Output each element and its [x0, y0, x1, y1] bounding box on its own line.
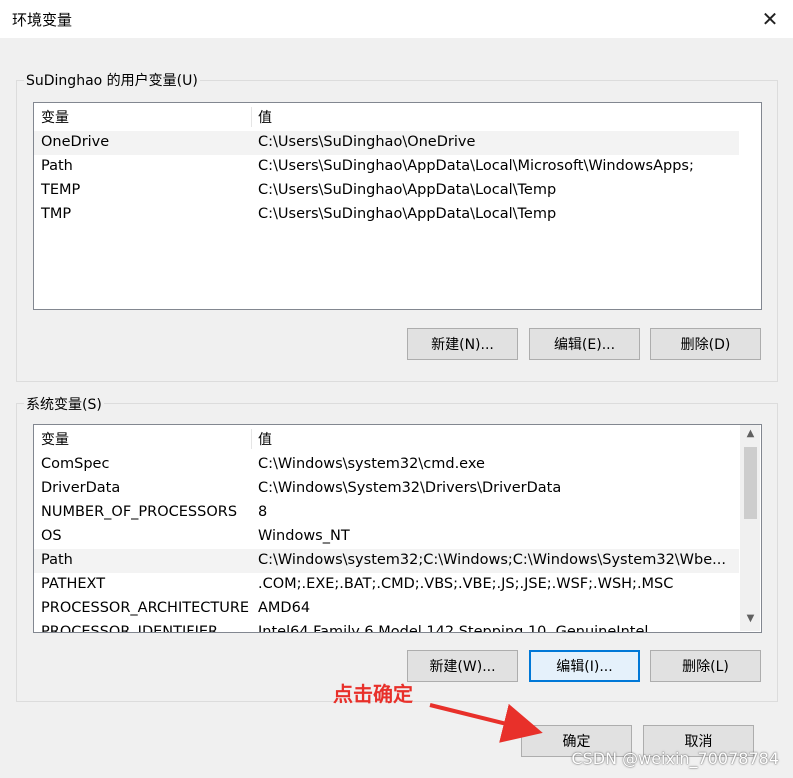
system-delete-button[interactable]: 删除(L)	[650, 650, 761, 682]
variable-value: Windows_NT	[258, 528, 350, 544]
table-row[interactable]: Path C:\Users\SuDinghao\AppData\Local\Mi…	[34, 155, 739, 179]
window-title: 环境变量	[12, 11, 73, 29]
column-header-value[interactable]: 值	[258, 107, 272, 127]
list-header: 变量 值	[34, 103, 761, 129]
table-row[interactable]: OS Windows_NT	[34, 525, 739, 549]
user-variables-list[interactable]: 变量 值 OneDrive C:\Users\SuDinghao\OneDriv…	[33, 102, 762, 310]
environment-variables-dialog: 环境变量 ✕ SuDinghao 的用户变量(U) 变量 值 OneDrive …	[0, 0, 793, 778]
table-row[interactable]: NUMBER_OF_PROCESSORS 8	[34, 501, 739, 525]
variable-name: PATHEXT	[41, 576, 106, 592]
variable-value: C:\Users\SuDinghao\OneDrive	[258, 134, 476, 150]
variable-value: AMD64	[258, 600, 311, 616]
user-new-button[interactable]: 新建(N)...	[407, 328, 518, 360]
column-separator	[251, 429, 252, 449]
vertical-scrollbar[interactable]: ▲ ▼	[740, 425, 760, 631]
user-edit-button[interactable]: 编辑(E)...	[529, 328, 640, 360]
column-separator	[251, 107, 252, 127]
variable-value: Intel64 Family 6 Model 142 Stepping 10, …	[258, 624, 649, 633]
variable-value: C:\Windows\System32\Drivers\DriverData	[258, 480, 562, 496]
variable-name: TMP	[41, 206, 72, 222]
table-row[interactable]: PROCESSOR_ARCHITECTURE AMD64	[34, 597, 739, 621]
variable-name: OS	[41, 528, 62, 544]
variable-name: TEMP	[41, 182, 81, 198]
variable-value: C:\Users\SuDinghao\AppData\Local\Microso…	[258, 158, 694, 174]
title-bar: 环境变量 ✕	[0, 0, 793, 38]
user-variables-label: SuDinghao 的用户变量(U)	[24, 70, 200, 90]
variable-name: Path	[41, 158, 73, 174]
table-row[interactable]: DriverData C:\Windows\System32\Drivers\D…	[34, 477, 739, 501]
variable-name: NUMBER_OF_PROCESSORS	[41, 504, 238, 520]
variable-value: .COM;.EXE;.BAT;.CMD;.VBS;.VBE;.JS;.JSE;.…	[258, 576, 674, 592]
variable-value: C:\Windows\system32\cmd.exe	[258, 456, 485, 472]
variable-name: PROCESSOR_ARCHITECTURE	[41, 600, 250, 616]
variable-name: PROCESSOR_IDENTIFIER	[41, 624, 219, 633]
list-header: 变量 值	[34, 425, 761, 451]
system-new-button[interactable]: 新建(W)...	[407, 650, 518, 682]
system-variables-list[interactable]: 变量 值 ComSpec C:\Windows\system32\cmd.exe…	[33, 424, 762, 633]
table-row[interactable]: PATHEXT .COM;.EXE;.BAT;.CMD;.VBS;.VBE;.J…	[34, 573, 739, 597]
column-header-variable[interactable]: 变量	[41, 429, 69, 449]
variable-name: OneDrive	[41, 134, 110, 150]
column-header-value[interactable]: 值	[258, 429, 272, 449]
scroll-up-icon[interactable]: ▲	[742, 428, 759, 439]
system-edit-button[interactable]: 编辑(I)...	[529, 650, 640, 682]
user-delete-button[interactable]: 删除(D)	[650, 328, 761, 360]
variable-name: ComSpec	[41, 456, 110, 472]
close-icon[interactable]: ✕	[747, 0, 793, 38]
variable-value: 8	[258, 504, 268, 520]
scroll-down-icon[interactable]: ▼	[742, 613, 759, 624]
variable-value: C:\Users\SuDinghao\AppData\Local\Temp	[258, 182, 557, 198]
column-header-variable[interactable]: 变量	[41, 107, 69, 127]
scrollbar-thumb[interactable]	[744, 447, 757, 519]
variable-value: C:\Windows\system32;C:\Windows;C:\Window…	[258, 552, 726, 568]
variable-value: C:\Users\SuDinghao\AppData\Local\Temp	[258, 206, 557, 222]
variable-name: Path	[41, 552, 73, 568]
watermark: CSDN @weixin_70078784	[571, 749, 779, 768]
table-row[interactable]: Path C:\Windows\system32;C:\Windows;C:\W…	[34, 549, 739, 573]
variable-name: DriverData	[41, 480, 121, 496]
table-row[interactable]: ComSpec C:\Windows\system32\cmd.exe	[34, 453, 739, 477]
system-variables-label: 系统变量(S)	[24, 394, 104, 414]
table-row[interactable]: TMP C:\Users\SuDinghao\AppData\Local\Tem…	[34, 203, 739, 227]
table-row[interactable]: OneDrive C:\Users\SuDinghao\OneDrive	[34, 131, 739, 155]
table-row[interactable]: PROCESSOR_IDENTIFIER Intel64 Family 6 Mo…	[34, 621, 739, 633]
table-row[interactable]: TEMP C:\Users\SuDinghao\AppData\Local\Te…	[34, 179, 739, 203]
annotation-text: 点击确定	[333, 682, 413, 706]
